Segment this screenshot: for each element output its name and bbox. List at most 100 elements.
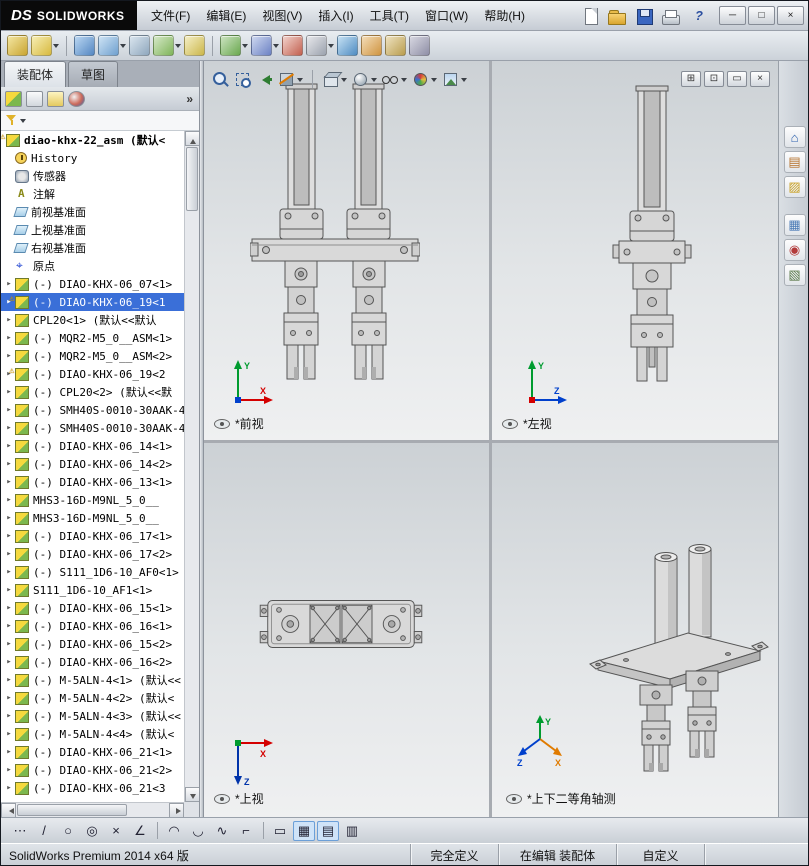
expand-arrow-icon[interactable] — [3, 729, 15, 739]
tree-item[interactable]: (-) MQR2-M5_0__ASM<1> — [1, 329, 184, 347]
tree-item[interactable]: diao-khx-22_asm (默认< — [1, 131, 184, 149]
tab-sketch[interactable]: 草图 — [68, 61, 119, 87]
tree-item[interactable]: (-) DIAO-KHX-06_14<2> — [1, 455, 184, 473]
sketch-line-icon[interactable]: / — [33, 821, 55, 841]
reference-geometry-icon[interactable] — [251, 35, 279, 56]
sketch-points-icon[interactable]: ⋯ — [9, 821, 31, 841]
expand-arrow-icon[interactable] — [3, 765, 15, 775]
expand-arrow-icon[interactable] — [3, 279, 15, 289]
scroll-up-icon[interactable] — [185, 131, 200, 146]
view-palette-icon[interactable]: ▦ — [783, 214, 806, 236]
maximize-button[interactable]: □ — [748, 6, 775, 25]
menu-item[interactable]: 帮助(H) — [476, 3, 533, 28]
tree-item[interactable]: (-) DIAO-KHX-06_14<1> — [1, 437, 184, 455]
viewport-front[interactable]: Y X *前视 — [204, 61, 489, 440]
save-icon[interactable] — [633, 6, 657, 26]
expand-arrow-icon[interactable] — [3, 477, 15, 487]
hide-show-items-icon[interactable] — [382, 71, 407, 88]
exploded-view-icon[interactable] — [337, 35, 358, 56]
viewport-top[interactable]: X Z *上视 — [204, 443, 489, 817]
tree-item[interactable]: (-) DIAO-KHX-06_16<1> — [1, 617, 184, 635]
custom-properties-icon[interactable]: ▧ — [783, 264, 806, 286]
toolbar-separator[interactable] — [62, 36, 71, 56]
file-explorer-icon[interactable]: ▨ — [783, 176, 806, 198]
tree-item[interactable]: History — [1, 149, 184, 167]
previous-view-icon[interactable] — [256, 71, 273, 88]
tree-item[interactable]: (-) DIAO-KHX-06_15<1> — [1, 599, 184, 617]
expand-arrow-icon[interactable] — [3, 675, 15, 685]
tree-item[interactable]: 前视基准面 — [1, 203, 184, 221]
tree-item[interactable]: (-) M-5ALN-4<1> (默认<< — [1, 671, 184, 689]
bill-of-materials-icon[interactable] — [306, 35, 334, 56]
assembly-features-icon[interactable] — [220, 35, 248, 56]
expand-arrow-icon[interactable] — [3, 783, 15, 793]
new-motion-study-icon[interactable] — [282, 35, 303, 56]
tree-item[interactable]: (-) SMH40S-0010-30AAK-4 — [1, 419, 184, 437]
design-library-icon[interactable]: ▤ — [783, 151, 806, 173]
evaluate-table-icon[interactable]: ▥ — [341, 821, 363, 841]
tree-item[interactable]: (-) DIAO-KHX-06_21<1> — [1, 743, 184, 761]
menu-item[interactable]: 窗口(W) — [417, 3, 476, 28]
expand-arrow-icon[interactable] — [3, 333, 15, 343]
sketchbar-separator[interactable] — [153, 821, 161, 841]
viewport-splitter-vertical[interactable] — [489, 61, 492, 817]
tree-item[interactable]: (-) CPL20<2> (默认<<默 — [1, 383, 184, 401]
expand-arrow-icon[interactable] — [3, 441, 15, 451]
new-document-icon[interactable] — [579, 6, 603, 26]
menu-item[interactable]: 编辑(E) — [198, 3, 254, 28]
minimize-button[interactable]: ─ — [719, 6, 746, 25]
tree-item[interactable]: (-) M-5ALN-4<3> (默认<< — [1, 707, 184, 725]
filter-icon[interactable] — [6, 115, 17, 126]
section-view-icon[interactable] — [278, 71, 303, 88]
sketch-perimeter-circle-icon[interactable]: ◎ — [81, 821, 103, 841]
menu-item[interactable]: 工具(T) — [362, 3, 417, 28]
toolbar-separator[interactable] — [208, 36, 217, 56]
edit-component-icon[interactable] — [7, 35, 28, 56]
menu-item[interactable]: 文件(F) — [143, 3, 198, 28]
propertymanager-icon[interactable] — [26, 90, 43, 107]
close-document-button[interactable]: × — [750, 71, 770, 87]
tree-item[interactable]: 传感器 — [1, 167, 184, 185]
solidworks-resources-icon[interactable]: ⌂ — [783, 126, 806, 148]
tree-item[interactable]: S111_1D6-10_AF1<1> — [1, 581, 184, 599]
mate-icon[interactable] — [74, 35, 95, 56]
tab-assembly[interactable]: 装配体 — [4, 61, 67, 87]
open-document-icon[interactable] — [606, 6, 630, 26]
expand-arrow-icon[interactable] — [3, 459, 15, 469]
view-orientation-icon[interactable] — [322, 71, 347, 88]
tree-item[interactable]: CPL20<1> (默认<<默认 — [1, 311, 184, 329]
expand-arrow-icon[interactable] — [3, 567, 15, 577]
expand-arrow-icon[interactable] — [3, 747, 15, 757]
filter-dropdown-arrow-icon[interactable] — [20, 119, 26, 126]
print-icon[interactable] — [660, 6, 684, 26]
measure-icon[interactable] — [385, 35, 406, 56]
expand-arrow-icon[interactable] — [3, 549, 15, 559]
tree-item[interactable]: (-) DIAO-KHX-06_15<2> — [1, 635, 184, 653]
tree-horizontal-scrollbar[interactable] — [1, 802, 184, 818]
move-component-icon[interactable] — [153, 35, 181, 56]
expand-arrow-icon[interactable] — [3, 495, 15, 505]
viewport-layout-button[interactable]: ⊞ — [681, 71, 701, 87]
tree-item[interactable]: (-) M-5ALN-4<2> (默认< — [1, 689, 184, 707]
sketch-fillet-icon[interactable]: ⌐ — [235, 821, 257, 841]
sketch-circle-icon[interactable]: ○ — [57, 821, 79, 841]
tree-item[interactable]: (-) S111_1D6-10_AF0<1> — [1, 563, 184, 581]
tree-item[interactable]: (-) DIAO-KHX-06_21<3 — [1, 779, 184, 797]
expand-arrow-icon[interactable] — [3, 531, 15, 541]
viewport-splitter-horizontal[interactable] — [204, 440, 778, 443]
edit-appearance-icon[interactable] — [412, 71, 437, 88]
tree-item[interactable]: (-) MQR2-M5_0__ASM<2> — [1, 347, 184, 365]
expand-arrow-icon[interactable] — [3, 315, 15, 325]
featuremanager-tree-icon[interactable] — [5, 90, 22, 107]
tree-item[interactable]: (-) DIAO-KHX-06_16<2> — [1, 653, 184, 671]
snap-settings-icon[interactable]: ▤ — [317, 820, 339, 841]
sketch-tangent-arc-icon[interactable]: ◡ — [187, 821, 209, 841]
expand-arrow-icon[interactable] — [3, 693, 15, 703]
configurationmanager-icon[interactable] — [47, 90, 64, 107]
sketch-angle-icon[interactable]: ∠ — [129, 821, 151, 841]
appearances-scenes-icon[interactable]: ◉ — [783, 239, 806, 261]
vertical-scroll-thumb[interactable] — [186, 147, 198, 211]
displaymanager-icon[interactable] — [68, 90, 85, 107]
tree-item[interactable]: 右视基准面 — [1, 239, 184, 257]
sketchbar-separator[interactable] — [259, 821, 267, 841]
